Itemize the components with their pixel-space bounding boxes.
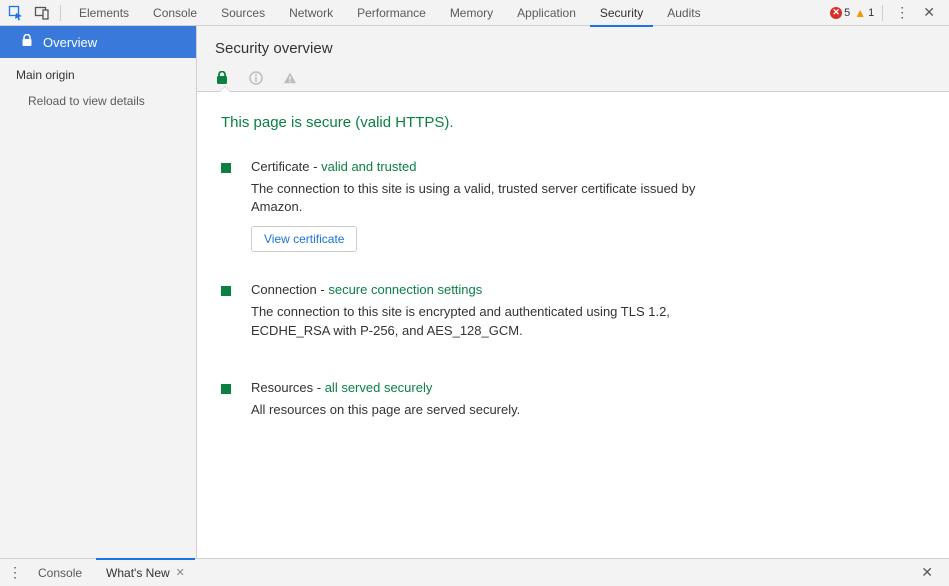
security-sidebar: Overview Main origin Reload to view deta… xyxy=(0,26,197,558)
certificate-title: Certificate - valid and trusted xyxy=(251,159,711,174)
tab-application[interactable]: Application xyxy=(505,0,588,26)
sidebar-item-overview[interactable]: Overview xyxy=(0,26,196,58)
content-body: This page is secure (valid HTTPS). Certi… xyxy=(197,92,949,558)
state-caret-icon xyxy=(219,86,231,92)
page-title: Security overview xyxy=(215,40,931,57)
error-count: 5 xyxy=(844,7,850,19)
drawer-kebab-icon[interactable]: ⋮ xyxy=(4,559,26,586)
drawer-bar: ⋮ Console What's New ✕ ✕ xyxy=(0,558,949,586)
content-header: Security overview xyxy=(197,26,949,92)
close-tab-icon[interactable]: ✕ xyxy=(176,566,185,579)
drawer-tab-console[interactable]: Console xyxy=(26,559,94,586)
connection-title: Connection - secure connection settings xyxy=(251,282,711,297)
main-split: Overview Main origin Reload to view deta… xyxy=(0,26,949,558)
sidebar-overview-label: Overview xyxy=(43,35,97,50)
toolbar-right: ✕ 5 ▲ 1 ⋮ ✕ xyxy=(830,4,945,21)
warning-badge[interactable]: ▲ 1 xyxy=(854,7,874,19)
panel-tabs: Elements Console Sources Network Perform… xyxy=(67,0,713,26)
devtools-toolbar: Elements Console Sources Network Perform… xyxy=(0,0,949,26)
certificate-desc: The connection to this site is using a v… xyxy=(251,180,711,216)
security-state-icons xyxy=(215,71,931,91)
view-certificate-button[interactable]: View certificate xyxy=(251,226,357,252)
sidebar-main-origin[interactable]: Main origin xyxy=(0,58,196,88)
connection-block: Connection - secure connection settings … xyxy=(221,282,925,349)
tab-console[interactable]: Console xyxy=(141,0,209,26)
sidebar-reload-hint: Reload to view details xyxy=(0,88,196,114)
status-square-icon xyxy=(221,384,231,394)
error-icon: ✕ xyxy=(830,7,842,19)
tab-memory[interactable]: Memory xyxy=(438,0,505,26)
toolbar-separator xyxy=(60,5,61,21)
resources-title: Resources - all served securely xyxy=(251,380,520,395)
certificate-block: Certificate - valid and trusted The conn… xyxy=(221,159,925,252)
status-square-icon xyxy=(221,286,231,296)
device-toggle-icon[interactable] xyxy=(30,1,54,25)
kebab-menu-icon[interactable]: ⋮ xyxy=(891,4,913,21)
tab-sources[interactable]: Sources xyxy=(209,0,277,26)
error-badge[interactable]: ✕ 5 xyxy=(830,7,850,19)
state-secure-icon[interactable] xyxy=(215,71,229,85)
drawer-tab-whatsnew[interactable]: What's New ✕ xyxy=(94,559,197,586)
warning-count: 1 xyxy=(868,7,874,19)
tab-audits[interactable]: Audits xyxy=(655,0,712,26)
state-warning-icon[interactable] xyxy=(283,71,297,85)
resources-desc: All resources on this page are served se… xyxy=(251,401,520,419)
status-square-icon xyxy=(221,163,231,173)
close-drawer-icon[interactable]: ✕ xyxy=(915,564,939,581)
warning-icon: ▲ xyxy=(854,7,866,19)
close-devtools-icon[interactable]: ✕ xyxy=(917,4,941,21)
tab-security[interactable]: Security xyxy=(588,0,655,26)
connection-desc: The connection to this site is encrypted… xyxy=(251,303,711,339)
tab-performance[interactable]: Performance xyxy=(345,0,438,26)
security-headline: This page is secure (valid HTTPS). xyxy=(221,114,925,131)
security-content: Security overview This page is secure (v… xyxy=(197,26,949,558)
tab-network[interactable]: Network xyxy=(277,0,345,26)
state-info-icon[interactable] xyxy=(249,71,263,85)
drawer-right: ✕ xyxy=(915,559,945,586)
inspect-element-icon[interactable] xyxy=(4,1,28,25)
lock-icon xyxy=(22,34,33,50)
tab-elements[interactable]: Elements xyxy=(67,0,141,26)
toolbar-separator xyxy=(882,5,883,21)
resources-block: Resources - all served securely All reso… xyxy=(221,380,925,429)
